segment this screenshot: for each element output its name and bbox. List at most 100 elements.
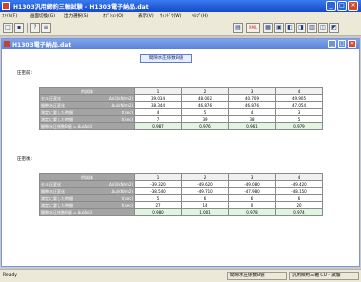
table-cell[interactable]: -48.150 xyxy=(275,187,323,195)
table-cell[interactable]: 38.344 xyxy=(134,101,182,109)
table-cell[interactable]: 20 xyxy=(275,201,323,209)
menu-help[interactable]: ﾍﾙﾌﾟ(H) xyxy=(192,13,208,19)
table-cell[interactable]: 5 xyxy=(275,115,323,123)
table-cell[interactable]: 3 xyxy=(275,108,323,116)
menu-screen[interactable]: 画面切換(G) xyxy=(30,13,55,19)
maximize-button[interactable]: □ xyxy=(337,1,347,11)
table-cell[interactable]: 46.876 xyxy=(228,101,276,109)
table-cell[interactable]: 6 xyxy=(228,194,276,202)
row-header: 測定に要した時間 t(sec) xyxy=(39,201,135,209)
table-cell[interactable]: 27 xyxy=(134,201,182,209)
table-row: 間隙水圧変化 Δu(kN/m2) -38.540 -49.710 -47.980 -48.… xyxy=(39,187,323,195)
table-row: 測定に要した時間 t(sec) 7 39 38 5 xyxy=(39,115,323,123)
column-header-3: 3 xyxy=(228,173,276,181)
view-grid-icon[interactable]: ▦ xyxy=(263,23,273,33)
row-label: 測定に要した時間 xyxy=(41,116,73,122)
table-cell[interactable]: 0.980 xyxy=(134,208,182,216)
table-cell[interactable]: 0.961 xyxy=(228,122,276,130)
table-cell[interactable]: -49.420 xyxy=(275,180,323,188)
table-cell[interactable]: 38 xyxy=(228,115,276,123)
row-label: 間隙水圧変化 xyxy=(41,188,65,194)
table-cell[interactable]: 48.002 xyxy=(181,94,229,102)
doc-minimize-button[interactable]: _ xyxy=(328,40,336,48)
table-row: セル圧変化 Δσ3(kN/m2) 39.034 48.002 40.709 49.905 xyxy=(39,94,323,102)
table-cell[interactable]: 6 xyxy=(181,194,229,202)
view-d-icon[interactable]: ◨ xyxy=(296,23,306,33)
table-cell[interactable]: -49.710 xyxy=(181,187,229,195)
table-cell[interactable]: 49.905 xyxy=(275,94,323,102)
column-header-specimen: 供試体 xyxy=(39,87,135,95)
table-cell[interactable]: 7 xyxy=(134,115,182,123)
table-cell[interactable]: 1.001 xyxy=(181,208,229,216)
table-cell[interactable]: 46.876 xyxy=(181,101,229,109)
table-cell[interactable]: 0.987 xyxy=(134,122,182,130)
doc-close-button[interactable]: ✕ xyxy=(348,40,356,48)
table-cell[interactable]: -38.540 xyxy=(134,187,182,195)
table-cell[interactable]: 6 xyxy=(275,194,323,202)
row-header: 間隙水圧変化 Δu(kN/m2) xyxy=(39,187,135,195)
help-icon[interactable]: ? xyxy=(30,23,40,33)
b-value-table-after: 供試体 1 2 3 4 セル圧変化 Δσ3(kN/m2) -39.320 -49.620 -49.… xyxy=(39,173,323,216)
table-row: 間隙水圧係数B値 = Δu/Δσ3 0.987 0.976 0.961 0.979 xyxy=(39,122,323,130)
table-cell[interactable]: 14 xyxy=(181,201,229,209)
table-cell[interactable]: -47.980 xyxy=(228,187,276,195)
status-ready: Ready xyxy=(3,273,17,278)
column-header-2: 2 xyxy=(181,173,229,181)
table-cell[interactable]: 39.034 xyxy=(134,94,182,102)
menu-output[interactable]: 出力選択(S) xyxy=(64,13,88,19)
row-header: セル圧変化 Δσ3(kN/m2) xyxy=(39,94,135,102)
table-row: 測定に要した時間 t(sec) 4 5 4 3 xyxy=(39,108,323,116)
table-cell[interactable]: 40.709 xyxy=(228,94,276,102)
row-unit: t(sec) xyxy=(121,109,133,115)
minimize-button[interactable]: _ xyxy=(326,1,336,11)
row-header: 間隙水圧係数B値 = Δu/Δσ3 xyxy=(39,208,135,216)
close-button[interactable]: ✕ xyxy=(348,1,358,11)
table-cell[interactable]: -49.080 xyxy=(228,180,276,188)
status-pane-test: 汎用締約三軸 CU - 試験 xyxy=(289,272,359,280)
section-label-after: 圧密後: xyxy=(17,157,33,162)
data-icon[interactable]: ≡ xyxy=(41,23,51,33)
table-cell[interactable]: 39 xyxy=(181,115,229,123)
table-cell[interactable]: -39.320 xyxy=(134,180,182,188)
table-header-row: 供試体 1 2 3 4 xyxy=(39,87,323,95)
table-cell[interactable]: 5 xyxy=(134,194,182,202)
table-cell[interactable]: 0.979 xyxy=(275,122,323,130)
row-header: 測定に要した時間 t(sec) xyxy=(39,108,135,116)
view-e-icon[interactable]: ▥ xyxy=(307,23,317,33)
table-cell[interactable]: 4 xyxy=(134,108,182,116)
row-unit: Δu(kN/m2) xyxy=(111,102,134,108)
menu-file[interactable]: ﾌｧｲﾙ(F) xyxy=(2,13,17,19)
menu-view[interactable]: 表示(V) xyxy=(138,13,154,19)
save-icon[interactable]: ▪ xyxy=(14,23,24,33)
app-icon xyxy=(2,2,10,10)
table-row: セル圧変化 Δσ3(kN/m2) -39.320 -49.620 -49.080 -49.… xyxy=(39,180,323,188)
column-header-2: 2 xyxy=(181,87,229,95)
table-cell[interactable]: 0 xyxy=(228,201,276,209)
table-cell[interactable]: 5 xyxy=(181,108,229,116)
xml-icon[interactable]: XML xyxy=(246,23,260,33)
table-cell[interactable]: 0.976 xyxy=(181,122,229,130)
view-c-icon[interactable]: ◧ xyxy=(285,23,295,33)
table-cell[interactable]: 4 xyxy=(228,108,276,116)
new-file-icon[interactable]: □ xyxy=(3,23,13,33)
view-b-icon[interactable]: ▣ xyxy=(274,23,284,33)
table-row: 間隙水圧変化 Δu(kN/m2) 38.344 46.876 46.876 47.054 xyxy=(39,101,323,109)
section-label-before: 圧密前: xyxy=(17,71,33,76)
view-f-icon[interactable]: ◫ xyxy=(318,23,328,33)
document-titlebar: H1303電子納品.dat _ □ ✕ xyxy=(2,39,359,49)
view-g-icon[interactable]: ◩ xyxy=(329,23,339,33)
row-label: 間隙水圧変化 xyxy=(41,102,65,108)
table-cell[interactable]: 0.978 xyxy=(228,208,276,216)
menu-window[interactable]: ｳｨﾝﾄﾞｳ(W) xyxy=(160,13,181,19)
b-value-button[interactable]: 間隙水圧係数B値 xyxy=(140,54,192,63)
doc-maximize-button[interactable]: □ xyxy=(338,40,346,48)
row-unit: Δu(kN/m2) xyxy=(111,188,134,194)
table-cell[interactable]: -49.620 xyxy=(181,180,229,188)
window-title: H1303汎用締約三軸試験 - H1303電子納品.dat xyxy=(13,4,149,11)
table-cell[interactable]: 47.054 xyxy=(275,101,323,109)
table-cell[interactable]: 0.974 xyxy=(275,208,323,216)
column-header-4: 4 xyxy=(275,87,323,95)
row-label: 測定に要した時間 xyxy=(41,109,73,115)
menu-option[interactable]: ｵﾌﾟｼｮﾝ(O) xyxy=(103,13,124,19)
export-icon[interactable]: ▤ xyxy=(233,23,243,33)
